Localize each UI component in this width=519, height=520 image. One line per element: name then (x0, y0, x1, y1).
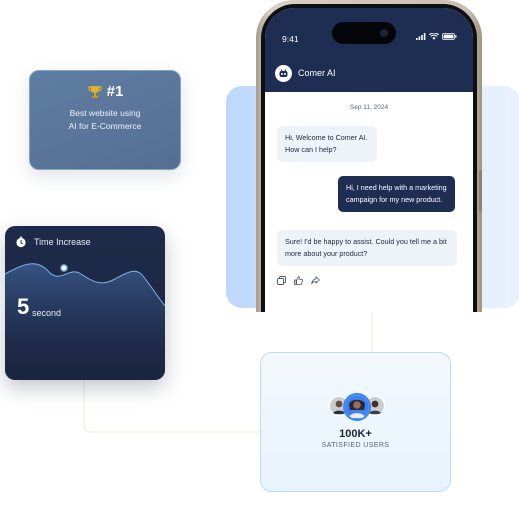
time-increase-header: Time Increase (15, 236, 91, 248)
bot-message: Hi, Welcome to Comer AI. How can I help? (277, 126, 377, 162)
time-increase-label: Time Increase (34, 237, 91, 247)
message-actions (277, 276, 320, 285)
user-message: Hi, I need help with a marketing campaig… (338, 176, 455, 212)
wave-marker-dot (60, 264, 68, 272)
chat-header: 9:41 Comer AI (265, 8, 473, 92)
camera-icon (380, 29, 388, 37)
time-unit: second (32, 308, 62, 318)
signal-icon (416, 33, 426, 40)
users-label: SATISFIED USERS (321, 442, 390, 449)
dynamic-island (332, 22, 396, 44)
share-icon[interactable] (311, 276, 320, 285)
status-bar-time: 9:41 (282, 34, 299, 44)
users-count: 100K+ (339, 428, 372, 440)
thumbs-up-icon[interactable] (294, 276, 303, 285)
award-line-1: Best website using (69, 108, 141, 118)
satisfied-users-card: 100K+ SATISFIED USERS (260, 352, 451, 492)
battery-icon (442, 33, 457, 40)
wifi-icon (429, 33, 439, 40)
message-line: How can I help? (285, 145, 337, 154)
bot-message: Sure! I'd be happy to assist. Could you … (277, 230, 457, 266)
award-description: Best website using AI for E-Commerce (40, 107, 170, 133)
award-line-2: AI for E-Commerce (68, 121, 142, 131)
message-line: more about your product? (285, 249, 368, 258)
award-rank: #1 (106, 83, 124, 100)
status-bar-icons (416, 33, 457, 40)
trophy-icon (88, 85, 102, 98)
copy-icon[interactable] (277, 276, 286, 285)
bot-avatar (275, 65, 292, 82)
message-line: Hi, I need help with a marketing (346, 183, 447, 192)
phone-mockup: 9:41 Comer AI Sep 11, 2024 Hi, Welcome t… (256, 0, 482, 312)
message-line: Sure! I'd be happy to assist. Could you … (285, 237, 447, 246)
award-card: #1 Best website using AI for E-Commerce (29, 70, 181, 170)
phone-screen: 9:41 Comer AI Sep 11, 2024 Hi, Welcome t… (265, 8, 473, 312)
clock-icon (16, 236, 26, 248)
bot-name: Comer AI (298, 68, 336, 78)
user-avatars (329, 393, 385, 421)
time-value: 5 (17, 294, 30, 319)
robot-icon (279, 69, 288, 77)
message-line: campaign for my new product. (346, 195, 443, 204)
message-line: Hi, Welcome to Comer AI. (285, 133, 368, 142)
avatar (343, 393, 371, 421)
award-header: #1 (30, 83, 180, 100)
chat-date: Sep 11, 2024 (349, 104, 389, 111)
phone-bezel: 9:41 Comer AI Sep 11, 2024 Hi, Welcome t… (261, 4, 477, 312)
time-increase-card: Time Increase 5 second (5, 226, 165, 380)
phone-side-button (479, 170, 482, 212)
